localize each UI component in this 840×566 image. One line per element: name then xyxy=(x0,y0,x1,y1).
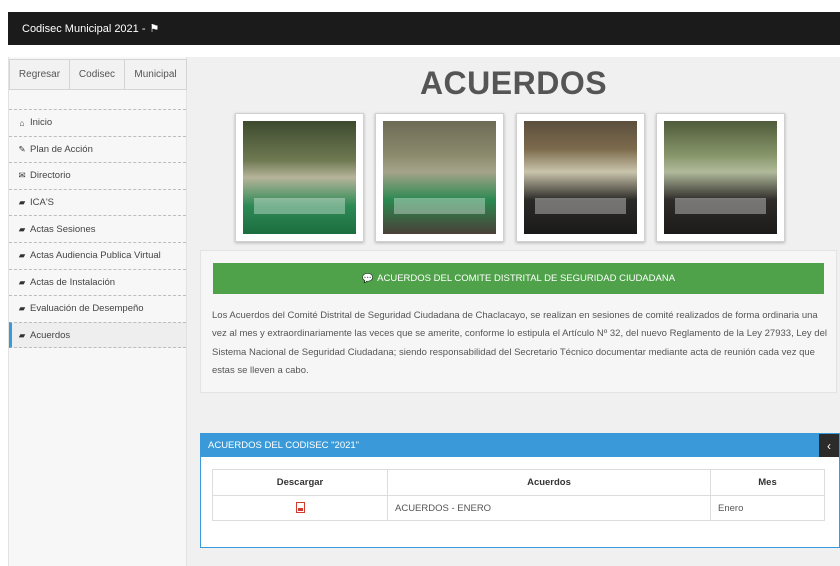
sidebar-item-label: Directorio xyxy=(30,170,71,182)
mes-cell: Enero xyxy=(710,495,825,521)
book-icon: ▰ xyxy=(18,250,26,261)
sidebar-tabs: Regresar Codisec Municipal xyxy=(9,59,187,90)
section-header-bar: 💬 ACUERDOS DEL COMITE DISTRITAL DE SEGUR… xyxy=(213,263,824,294)
flag-icon: ⚑ xyxy=(149,23,160,35)
book-icon: ▰ xyxy=(18,329,26,340)
photo-image xyxy=(524,121,637,234)
sidebar-item-label: Evaluación de Desempeño xyxy=(30,303,144,315)
book-icon: ▰ xyxy=(18,223,26,234)
sidebar-item-directorio[interactable]: ✉ Directorio xyxy=(9,162,186,189)
home-icon: ⌂ xyxy=(19,117,25,128)
book-icon: ▰ xyxy=(18,276,26,287)
sidebar-item-plan-de-accion[interactable]: ✎ Plan de Acción xyxy=(9,135,186,163)
column-header-mes: Mes xyxy=(710,469,825,496)
column-header-acuerdos: Acuerdos xyxy=(387,469,711,496)
acuerdos-table-box: ACUERDOS DEL CODISEC "2021" ‹ Descargar … xyxy=(200,433,840,548)
tab-municipal[interactable]: Municipal xyxy=(125,59,187,90)
envelope-icon: ✉ xyxy=(18,170,26,181)
top-bar: Codisec Municipal 2021 - ⚑ xyxy=(8,12,840,45)
photo-image xyxy=(383,121,496,234)
sidebar-item-label: Plan de Acción xyxy=(30,143,93,155)
sidebar-item-actas-audiencia[interactable]: ▰ Actas Audiencia Publica Virtual xyxy=(9,241,186,269)
meeting-photo[interactable] xyxy=(235,113,364,242)
meeting-photo[interactable] xyxy=(656,113,785,242)
sidebar-item-acuerdos[interactable]: ▰ Acuerdos xyxy=(9,321,186,349)
main-content: ACUERDOS 💬 ACUERDOS DEL COMITE DISTRITAL… xyxy=(187,57,840,566)
description-text: Los Acuerdos del Comité Distrital de Seg… xyxy=(212,310,827,376)
photo-image xyxy=(664,121,777,234)
comments-icon: 💬 xyxy=(361,273,374,283)
acuerdo-cell: ACUERDOS - ENERO xyxy=(387,495,711,521)
sidebar-item-evaluacion[interactable]: ▰ Evaluación de Desempeño xyxy=(9,295,186,322)
sidebar-item-label: Inicio xyxy=(30,117,53,129)
tab-regresar[interactable]: Regresar xyxy=(9,59,70,90)
sidebar-item-label: Actas de Instalación xyxy=(30,276,116,288)
app-title: Codisec Municipal 2021 - xyxy=(22,22,146,35)
sidebar-item-label: Actas Sesiones xyxy=(30,223,96,235)
sidebar-menu: ⌂ Inicio ✎ Plan de Acción ✉ Directorio ▰… xyxy=(9,109,186,349)
sidebar-item-actas-instalacion[interactable]: ▰ Actas de Instalación xyxy=(9,268,186,296)
sidebar-item-label: Acuerdos xyxy=(30,329,71,341)
page-title: ACUERDOS xyxy=(419,65,608,101)
info-panel: 💬 ACUERDOS DEL COMITE DISTRITAL DE SEGUR… xyxy=(200,250,837,393)
sidebar-item-icas[interactable]: ▰ ICA'S xyxy=(9,188,186,216)
table-row: ACUERDOS - ENERO Enero xyxy=(212,495,825,521)
book-icon: ▰ xyxy=(18,197,26,208)
acuerdos-table: Descargar Acuerdos Mes ACUERDOS - ENERO … xyxy=(212,469,825,521)
collapse-toggle-button[interactable]: ‹ xyxy=(819,434,839,457)
sidebar-item-inicio[interactable]: ⌂ Inicio xyxy=(9,109,186,136)
box-header: ACUERDOS DEL CODISEC "2021" ‹ xyxy=(201,434,839,457)
tab-codisec[interactable]: Codisec xyxy=(70,59,125,90)
section-header-label: ACUERDOS DEL COMITE DISTRITAL DE SEGURID… xyxy=(377,273,676,284)
meeting-photo[interactable] xyxy=(375,113,504,242)
book-icon: ▰ xyxy=(18,303,26,314)
sidebar: Regresar Codisec Municipal ⌂ Inicio ✎ Pl… xyxy=(8,57,187,566)
sidebar-item-label: ICA'S xyxy=(30,197,54,209)
download-cell xyxy=(212,495,388,521)
sidebar-item-label: Actas Audiencia Publica Virtual xyxy=(30,250,161,262)
box-title: ACUERDOS DEL CODISEC "2021" xyxy=(208,440,360,451)
photo-image xyxy=(243,121,356,234)
pdf-icon[interactable] xyxy=(295,502,305,514)
table-header-row: Descargar Acuerdos Mes xyxy=(212,469,825,496)
meeting-photo[interactable] xyxy=(516,113,645,242)
sidebar-item-actas-sesiones[interactable]: ▰ Actas Sesiones xyxy=(9,215,186,242)
edit-icon: ✎ xyxy=(18,143,26,154)
column-header-descargar: Descargar xyxy=(212,469,388,496)
